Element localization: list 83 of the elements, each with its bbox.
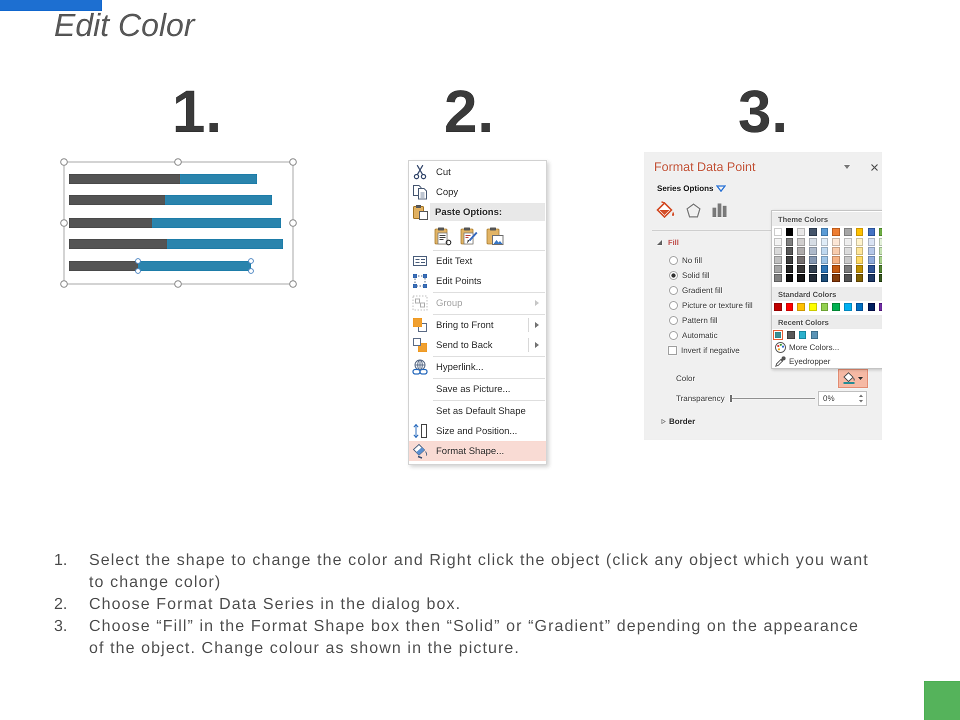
instruction-text: Choose Format Data Series in the dialog box. xyxy=(89,595,462,615)
paint-bucket-icon[interactable] xyxy=(656,200,675,220)
color-swatch[interactable] xyxy=(773,330,783,340)
menu-item[interactable]: Cut xyxy=(409,162,546,182)
text-box-icon xyxy=(412,253,428,269)
grouped-squares-icon xyxy=(412,295,428,311)
palette-icon xyxy=(775,342,786,352)
caret-icon xyxy=(858,376,863,380)
resize-arrows-icon xyxy=(412,423,428,439)
radio-button[interactable] xyxy=(669,316,678,324)
checkbox-label[interactable]: Invert if negative xyxy=(681,346,740,354)
selection-handle[interactable] xyxy=(174,280,182,288)
section-heading[interactable]: Border xyxy=(669,416,696,426)
menu-item[interactable]: More Colors... xyxy=(772,340,882,354)
clipboard-picture-icon[interactable] xyxy=(486,226,504,246)
checkbox[interactable] xyxy=(668,346,677,354)
menu-item[interactable]: Format Shape... xyxy=(409,441,546,461)
selection-handle[interactable] xyxy=(60,280,68,288)
spin-arrows-icon[interactable] xyxy=(859,394,863,402)
radio-label[interactable]: Pattern fill xyxy=(682,316,718,324)
selection-handle[interactable] xyxy=(289,280,297,288)
step-number: 2. xyxy=(444,82,494,142)
selection-handle[interactable] xyxy=(60,219,68,227)
layered-squares-icon xyxy=(412,337,428,353)
close-icon[interactable] xyxy=(871,164,878,170)
caret-icon[interactable] xyxy=(844,165,850,169)
paint-bucket-icon xyxy=(843,372,855,384)
menu-item[interactable]: Bring to Front xyxy=(409,315,546,335)
slide-title: Edit Color xyxy=(54,11,194,39)
menu-item[interactable]: Hyperlink... xyxy=(409,357,546,377)
section-label[interactable]: Series Options xyxy=(657,184,714,192)
bar-chart-icon[interactable] xyxy=(712,203,727,217)
clipboard-text-icon[interactable] xyxy=(434,226,452,246)
transparency-slider[interactable] xyxy=(730,394,815,402)
pane-title: Format Data Point xyxy=(654,160,756,174)
field-label: Transparency xyxy=(676,394,726,402)
field-label: Color xyxy=(676,374,696,382)
radio-label[interactable]: Automatic xyxy=(682,330,718,340)
radio-label[interactable]: Solid fill xyxy=(682,270,710,280)
list-number: 1. xyxy=(54,551,68,571)
list-number: 2. xyxy=(54,595,68,615)
copy-icon xyxy=(412,184,428,200)
globe-chain-icon xyxy=(412,359,428,375)
corner-accent xyxy=(924,681,960,720)
scissors-icon xyxy=(412,164,428,180)
eyedropper-icon xyxy=(775,356,786,366)
selection-handle[interactable] xyxy=(289,158,297,166)
disclosure-triangle-icon[interactable] xyxy=(657,240,662,244)
radio-button[interactable] xyxy=(669,270,678,280)
dropdown-triangle-icon[interactable] xyxy=(716,184,726,192)
radio-button[interactable] xyxy=(669,286,678,294)
radio-button[interactable] xyxy=(669,330,678,340)
radio-button[interactable] xyxy=(669,300,678,310)
selection-handle[interactable] xyxy=(60,158,68,166)
menu-item[interactable]: Eyedropper xyxy=(772,354,882,368)
color-picker-button[interactable] xyxy=(838,368,868,388)
dashed-square-icon xyxy=(412,273,428,289)
menu-item[interactable]: Size and Position... xyxy=(409,421,546,441)
menu-item[interactable]: Save as Picture... xyxy=(409,379,546,399)
menu-item[interactable]: Send to Back xyxy=(409,335,546,355)
step-number: 1. xyxy=(172,82,222,142)
menu-item[interactable]: Edit Points xyxy=(409,271,546,291)
clipboard-brush-icon[interactable] xyxy=(460,226,478,246)
step-number: 3. xyxy=(738,82,788,142)
disclosure-triangle-icon[interactable] xyxy=(661,418,666,424)
radio-label[interactable]: Gradient fill xyxy=(682,286,722,294)
radio-label[interactable]: Picture or texture fill xyxy=(682,300,753,310)
menu-item[interactable]: Edit Text xyxy=(409,251,546,271)
list-number: 3. xyxy=(54,617,68,637)
menu-section-header: Paste Options: xyxy=(430,203,545,221)
instruction-text: Choose “Fill” in the Format Shape box then “Solid” or “Gradient” depending on the appearance of the object. Change colour as shown in the picture. xyxy=(89,617,860,659)
paint-bucket-icon xyxy=(412,443,428,459)
transparency-field[interactable]: 0% xyxy=(818,390,867,406)
clipboard-icon xyxy=(412,204,428,220)
selection-handle[interactable] xyxy=(289,219,297,227)
pentagon-icon[interactable] xyxy=(686,202,701,218)
instruction-text: Select the shape to change the color and Right click the object (click any object which you want to change color) xyxy=(89,551,870,593)
menu-item[interactable]: Copy xyxy=(409,182,546,202)
menu-item[interactable]: Set as Default Shape xyxy=(409,401,546,421)
layered-squares-icon xyxy=(412,317,428,333)
radio-button[interactable] xyxy=(669,256,678,264)
radio-label[interactable]: No fill xyxy=(682,256,702,264)
selection-handle[interactable] xyxy=(174,158,182,166)
